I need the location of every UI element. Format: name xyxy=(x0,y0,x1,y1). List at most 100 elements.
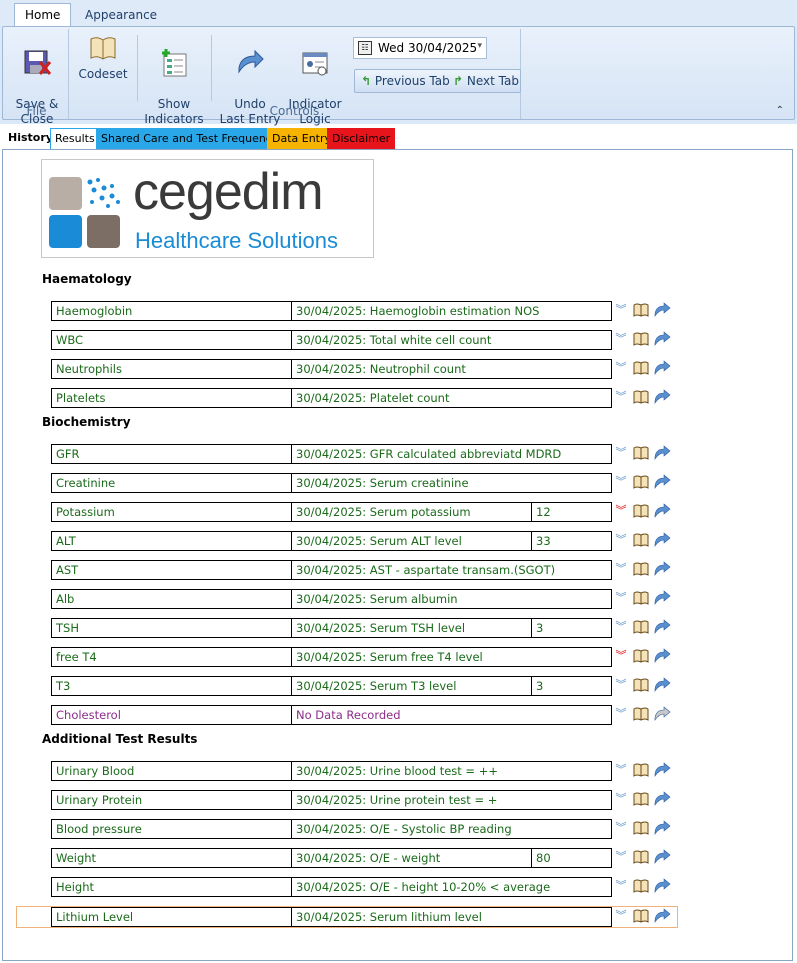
previous-tab-button[interactable]: ↰ Previous Tab xyxy=(361,74,450,88)
chevron-down-icon[interactable]: ︾ xyxy=(615,532,627,550)
tab-home[interactable]: Home xyxy=(14,3,72,27)
undo-icon[interactable] xyxy=(653,590,671,608)
undo-icon[interactable] xyxy=(653,878,671,896)
test-result[interactable]: 30/04/2025: Platelet count xyxy=(291,388,612,408)
test-value[interactable]: 12 xyxy=(531,502,612,522)
chevron-down-icon[interactable]: ︾ xyxy=(615,302,627,320)
test-result[interactable]: 30/04/2025: Serum albumin xyxy=(291,589,612,609)
undo-icon[interactable] xyxy=(653,677,671,695)
test-result[interactable]: 30/04/2025: O/E - Systolic BP reading xyxy=(291,819,612,839)
test-value[interactable]: 33 xyxy=(531,531,612,551)
book-icon[interactable] xyxy=(633,849,649,867)
book-icon[interactable] xyxy=(633,619,649,637)
undo-icon[interactable] xyxy=(653,389,671,407)
test-value[interactable]: 80 xyxy=(531,848,612,868)
undo-icon[interactable] xyxy=(653,791,671,809)
chevron-down-icon[interactable]: ︾ xyxy=(615,590,627,608)
undo-icon[interactable] xyxy=(653,561,671,579)
undo-icon[interactable] xyxy=(653,532,671,550)
undo-icon[interactable] xyxy=(653,619,671,637)
book-icon[interactable] xyxy=(633,360,649,378)
test-result[interactable]: 30/04/2025: Serum TSH level xyxy=(291,618,532,638)
test-result[interactable]: 30/04/2025: Haemoglobin estimation NOS xyxy=(291,301,612,321)
test-result[interactable]: 30/04/2025: Total white cell count xyxy=(291,330,612,350)
test-result[interactable]: 30/04/2025: AST - aspartate transam.(SGO… xyxy=(291,560,612,580)
book-icon[interactable] xyxy=(633,445,649,463)
book-icon[interactable] xyxy=(633,302,649,320)
test-name: Urinary Protein xyxy=(51,790,292,810)
undo-icon[interactable] xyxy=(653,503,671,521)
chevron-down-icon[interactable]: ︾ xyxy=(615,878,627,896)
test-result[interactable]: 30/04/2025: O/E - height 10-20% < averag… xyxy=(291,877,612,897)
book-icon[interactable] xyxy=(633,677,649,695)
tab-disclaimer[interactable]: Disclaimer xyxy=(327,128,396,150)
chevron-down-icon[interactable]: ︾ xyxy=(615,619,627,637)
chevron-down-icon[interactable]: ︾ xyxy=(615,791,627,809)
book-icon[interactable] xyxy=(633,503,649,521)
book-icon[interactable] xyxy=(633,331,649,349)
book-icon[interactable] xyxy=(633,762,649,780)
book-icon[interactable] xyxy=(633,561,649,579)
chevron-down-icon[interactable]: ︾ xyxy=(615,648,627,666)
test-result[interactable]: 30/04/2025: Serum free T4 level xyxy=(291,647,612,667)
undo-icon[interactable] xyxy=(653,648,671,666)
chevron-down-icon[interactable]: ︾ xyxy=(615,474,627,492)
book-icon[interactable] xyxy=(633,791,649,809)
chevron-down-icon[interactable]: ︾ xyxy=(615,561,627,579)
chevron-down-icon[interactable]: ▾ xyxy=(477,41,482,51)
book-icon[interactable] xyxy=(633,820,649,838)
chevron-down-icon[interactable]: ︾ xyxy=(615,503,627,521)
chevron-down-icon[interactable]: ︾ xyxy=(615,849,627,867)
chevron-down-icon[interactable]: ︾ xyxy=(615,389,627,407)
test-value[interactable]: 3 xyxy=(531,618,612,638)
test-value[interactable]: 3 xyxy=(531,676,612,696)
undo-icon[interactable] xyxy=(653,849,671,867)
tab-history[interactable]: History xyxy=(4,128,57,150)
chevron-down-icon[interactable]: ︾ xyxy=(615,360,627,378)
chevron-down-icon[interactable]: ︾ xyxy=(615,677,627,695)
logo-square xyxy=(49,215,82,248)
tab-shared-care[interactable]: Shared Care and Test Frequency xyxy=(96,128,284,150)
test-result[interactable]: No Data Recorded xyxy=(291,705,612,725)
undo-icon[interactable] xyxy=(653,331,671,349)
tab-data-entry[interactable]: Data Entry xyxy=(267,128,337,150)
test-result[interactable]: 30/04/2025: Urine protein test = + xyxy=(291,790,612,810)
test-result[interactable]: 30/04/2025: Serum lithium level xyxy=(291,907,612,927)
test-result[interactable]: 30/04/2025: O/E - weight xyxy=(291,848,532,868)
undo-icon[interactable] xyxy=(653,360,671,378)
undo-icon[interactable] xyxy=(653,445,671,463)
undo-icon[interactable] xyxy=(653,820,671,838)
undo-icon[interactable] xyxy=(653,302,671,320)
date-picker[interactable]: ☷ Wed 30/04/2025 ▾ xyxy=(353,37,487,59)
book-icon[interactable] xyxy=(633,532,649,550)
book-icon[interactable] xyxy=(633,648,649,666)
undo-icon[interactable] xyxy=(653,908,671,926)
chevron-down-icon[interactable]: ︾ xyxy=(615,908,627,926)
chevron-down-icon[interactable]: ︾ xyxy=(615,706,627,724)
test-result[interactable]: 30/04/2025: Neutrophil count xyxy=(291,359,612,379)
tab-appearance[interactable]: Appearance xyxy=(74,3,168,27)
next-tab-button[interactable]: ↱ Next Tab xyxy=(453,74,519,88)
undo-icon[interactable] xyxy=(653,474,671,492)
tab-results[interactable]: Results xyxy=(50,128,100,150)
book-icon[interactable] xyxy=(633,908,649,926)
chevron-down-icon[interactable]: ︾ xyxy=(615,762,627,780)
test-result[interactable]: 30/04/2025: GFR calculated abbreviatd MD… xyxy=(291,444,612,464)
test-result[interactable]: 30/04/2025: Serum potassium xyxy=(291,502,532,522)
test-result[interactable]: 30/04/2025: Serum ALT level xyxy=(291,531,532,551)
book-icon[interactable] xyxy=(633,706,649,724)
undo-icon[interactable] xyxy=(653,706,671,724)
test-result[interactable]: 30/04/2025: Serum T3 level xyxy=(291,676,532,696)
book-icon[interactable] xyxy=(633,389,649,407)
book-icon[interactable] xyxy=(633,590,649,608)
chevron-down-icon[interactable]: ︾ xyxy=(615,445,627,463)
test-result[interactable]: 30/04/2025: Serum creatinine xyxy=(291,473,612,493)
test-result[interactable]: 30/04/2025: Urine blood test = ++ xyxy=(291,761,612,781)
chevron-down-icon[interactable]: ︾ xyxy=(615,820,627,838)
book-icon[interactable] xyxy=(633,474,649,492)
book-icon[interactable] xyxy=(633,878,649,896)
undo-icon[interactable] xyxy=(653,762,671,780)
chevron-down-icon[interactable]: ︾ xyxy=(615,331,627,349)
collapse-ribbon-icon[interactable]: ⌃ xyxy=(776,105,784,116)
codeset-button[interactable]: Codeset xyxy=(75,33,131,82)
